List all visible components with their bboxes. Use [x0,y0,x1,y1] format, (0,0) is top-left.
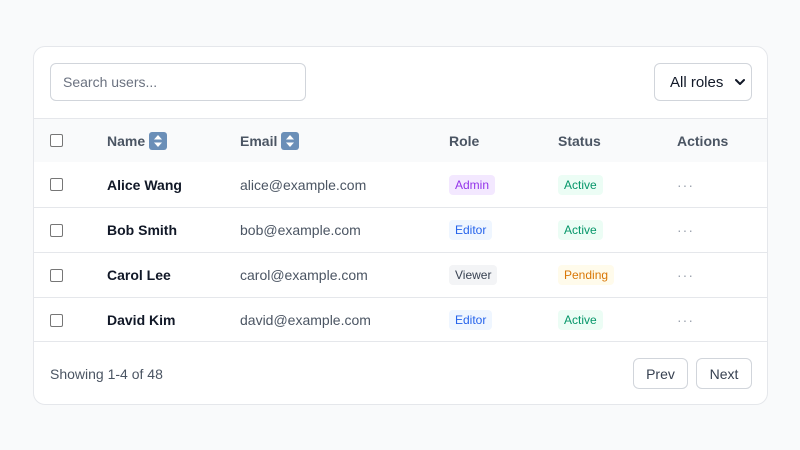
column-header-email[interactable]: Email [240,119,300,162]
status-badge: Active [558,220,603,240]
column-header-actions: Actions [677,132,729,149]
user-name: Alice Wang [107,176,182,193]
sort-icon[interactable] [149,131,168,150]
user-email: bob@example.com [240,222,361,238]
user-email: david@example.com [240,312,371,328]
status-badge: Pending [558,265,615,285]
pagination-summary: Showing 1-4 of 48 [50,365,163,382]
row-checkbox[interactable] [50,313,63,327]
user-email: carol@example.com [240,267,368,283]
table-row: Alice Wang alice@example.com Admin Activ… [34,162,767,207]
search-input[interactable] [50,63,306,101]
row-actions-menu-icon[interactable]: ··· [677,177,694,193]
table-row: Carol Lee carol@example.com Viewer Pendi… [34,252,767,297]
row-checkbox[interactable] [50,178,63,191]
prev-page-button[interactable]: Prev [633,358,688,389]
status-badge: Active [558,174,603,195]
role-badge: Editor [449,310,493,330]
table-header-row: Name Email Role Status Actions [34,118,767,162]
column-header-name-label: Name [107,132,146,149]
column-header-email-label: Email [240,132,278,149]
row-actions-menu-icon[interactable]: ··· [677,222,694,238]
row-actions-menu-icon[interactable]: ··· [677,312,694,328]
table-row: Bob Smith bob@example.com Editor Active … [34,207,767,252]
role-badge: Editor [449,220,493,240]
row-actions-menu-icon[interactable]: ··· [677,267,694,283]
user-name: Carol Lee [107,267,171,283]
row-checkbox[interactable] [50,223,63,237]
toolbar: All roles [34,47,767,118]
table-footer: Showing 1-4 of 48 Prev Next [34,341,767,404]
select-all-checkbox[interactable] [50,134,63,147]
users-table: Name Email Role Status Actions Alice Wan… [34,118,767,342]
table-row: David Kim david@example.com Editor Activ… [34,297,767,342]
sort-icon[interactable] [281,131,300,150]
next-page-button[interactable]: Next [696,358,752,389]
user-name: Bob Smith [107,222,177,238]
role-badge: Viewer [449,265,498,285]
role-badge: Admin [449,174,496,195]
user-name: David Kim [107,312,176,328]
user-email: alice@example.com [240,176,367,193]
status-badge: Active [558,310,603,330]
users-table-card: All roles Name Email [33,46,768,405]
row-checkbox[interactable] [50,268,63,282]
role-filter-select[interactable]: All roles [654,63,752,101]
chevron-down-icon [735,79,745,85]
column-header-role: Role [449,132,480,149]
role-filter-value: All roles [670,73,724,91]
column-header-name[interactable]: Name [107,119,168,162]
column-header-status: Status [558,132,601,149]
